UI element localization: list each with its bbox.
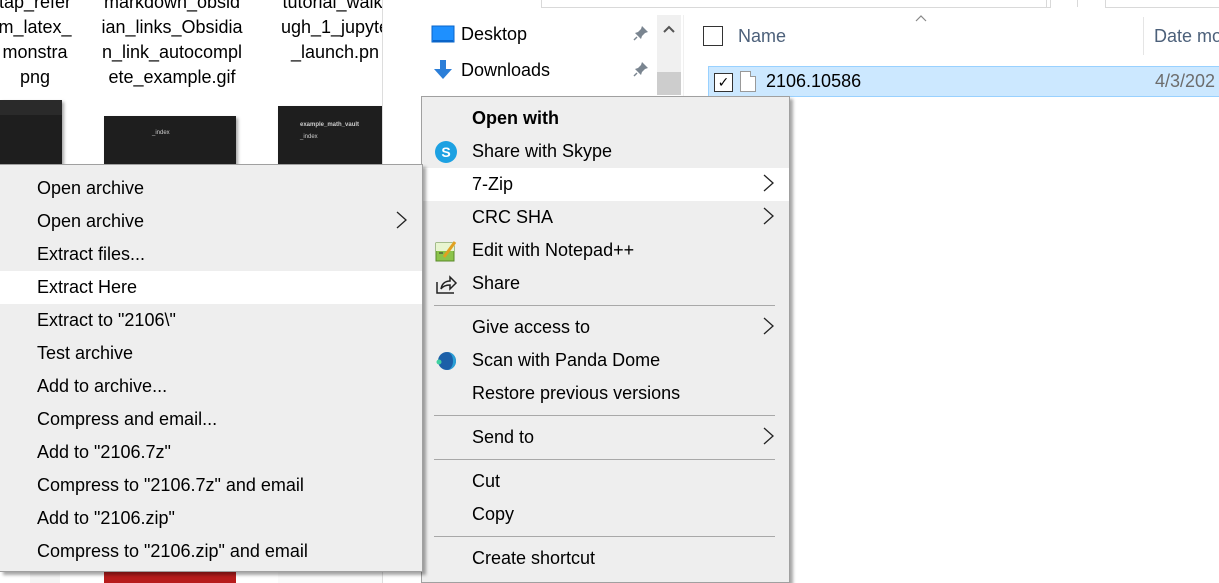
menu-item-restore-previous-versions[interactable]: Restore previous versions [422, 377, 789, 410]
menu-separator [434, 536, 775, 537]
scrollbar-thumb[interactable] [657, 72, 681, 95]
menu-item-compress-to-zip-and-email[interactable]: Compress to "2106.zip" and email [0, 535, 422, 568]
downloads-icon [431, 59, 455, 81]
chevron-right-icon [763, 174, 774, 192]
column-header-name[interactable]: Name [738, 26, 786, 47]
menu-item-add-to-zip[interactable]: Add to "2106.zip" [0, 502, 422, 535]
menu-item-extract-to-folder[interactable]: Extract to "2106\" [0, 304, 422, 337]
share-icon [434, 272, 458, 296]
desktop-icon [431, 23, 455, 45]
menu-separator [434, 459, 775, 460]
notepadpp-icon [434, 239, 458, 263]
menu-separator [434, 415, 775, 416]
thumbnail-preview-text: _index [300, 134, 318, 140]
file-name: 2106.10586 [766, 71, 862, 91]
pin-icon[interactable] [633, 25, 649, 44]
thumbnail-caption[interactable]: markdown_obsid ian_links_Obsidia n_link_… [97, 0, 247, 90]
menu-item-copy[interactable]: Copy [422, 498, 789, 531]
nav-item-downloads[interactable]: Downloads [431, 55, 550, 85]
menu-separator [434, 305, 775, 306]
chevron-right-icon [396, 211, 407, 229]
menu-item-add-to-archive[interactable]: Add to archive... [0, 370, 422, 403]
menu-item-scan-with-panda-dome[interactable]: Scan with Panda Dome [422, 344, 789, 377]
thumbnail-image[interactable]: example_math_vault _index [278, 106, 382, 170]
thumbnail-image[interactable]: _index [104, 116, 236, 170]
address-bar[interactable] [541, 0, 1051, 8]
thumbnail-preview-text: _index [152, 130, 170, 136]
sort-ascending-icon [915, 11, 927, 25]
thumbnail-caption[interactable]: tap_refer m_latex_ monstra png [0, 0, 110, 90]
panda-dome-icon [434, 349, 458, 373]
menu-item-compress-and-email[interactable]: Compress and email... [0, 403, 422, 436]
column-header-date-modified[interactable]: Date mo [1154, 26, 1219, 47]
menu-item-extract-files[interactable]: Extract files... [0, 238, 422, 271]
nav-pane-scrollbar[interactable] [657, 15, 681, 95]
skype-icon: S [434, 140, 458, 164]
menu-item-open-archive-submenu[interactable]: Open archive [0, 205, 422, 238]
thumbnail-image[interactable] [0, 100, 62, 170]
menu-item-extract-here[interactable]: Extract Here [0, 271, 422, 304]
menu-item-cut[interactable]: Cut [422, 465, 789, 498]
thumbnail-titlebar [0, 100, 62, 115]
pin-icon[interactable] [633, 61, 649, 80]
menu-item-give-access-to[interactable]: Give access to [422, 311, 789, 344]
svg-text:S: S [441, 144, 450, 160]
menu-item-share-with-skype[interactable]: S Share with Skype [422, 135, 789, 168]
column-header-row: Name Date mo [701, 15, 1219, 60]
menu-item-add-to-7z[interactable]: Add to "2106.7z" [0, 436, 422, 469]
menu-item-create-shortcut[interactable]: Create shortcut [422, 542, 789, 575]
nav-item-label: Desktop [461, 23, 528, 44]
menu-item-crc-sha[interactable]: CRC SHA [422, 201, 789, 234]
refresh-button[interactable] [1046, 0, 1078, 7]
row-checkbox[interactable]: ✓ [714, 73, 733, 92]
menu-item-open-with[interactable]: Open with [422, 102, 789, 135]
menu-item-send-to[interactable]: Send to [422, 421, 789, 454]
column-divider[interactable] [1143, 17, 1144, 55]
nav-item-label: Downloads [461, 59, 551, 80]
menu-item-7-zip[interactable]: 7-Zip [422, 168, 789, 201]
file-row[interactable]: ✓ 2106.10586 4/3/202 [708, 66, 1219, 97]
search-box[interactable] [1105, 0, 1219, 8]
chevron-right-icon [763, 427, 774, 445]
thumbnail-preview-title: example_math_vault [300, 122, 360, 128]
file-date-modified: 4/3/202 [1155, 71, 1216, 91]
nav-item-desktop[interactable]: Desktop [431, 19, 527, 49]
menu-item-test-archive[interactable]: Test archive [0, 337, 422, 370]
chevron-right-icon [763, 207, 774, 225]
menu-item-edit-with-notepadpp[interactable]: Edit with Notepad++ [422, 234, 789, 267]
file-icon [740, 71, 756, 92]
menu-item-open-archive[interactable]: Open archive [0, 172, 422, 205]
7zip-submenu: Open archive Open archive Extract files.… [0, 164, 423, 572]
select-all-checkbox[interactable] [703, 26, 723, 46]
context-menu: Open with S Share with Skype 7-Zip CRC S… [421, 96, 790, 583]
scroll-up-icon[interactable] [657, 21, 681, 36]
menu-item-compress-to-7z-and-email[interactable]: Compress to "2106.7z" and email [0, 469, 422, 502]
menu-item-share[interactable]: Share [422, 267, 789, 300]
chevron-right-icon [763, 317, 774, 335]
